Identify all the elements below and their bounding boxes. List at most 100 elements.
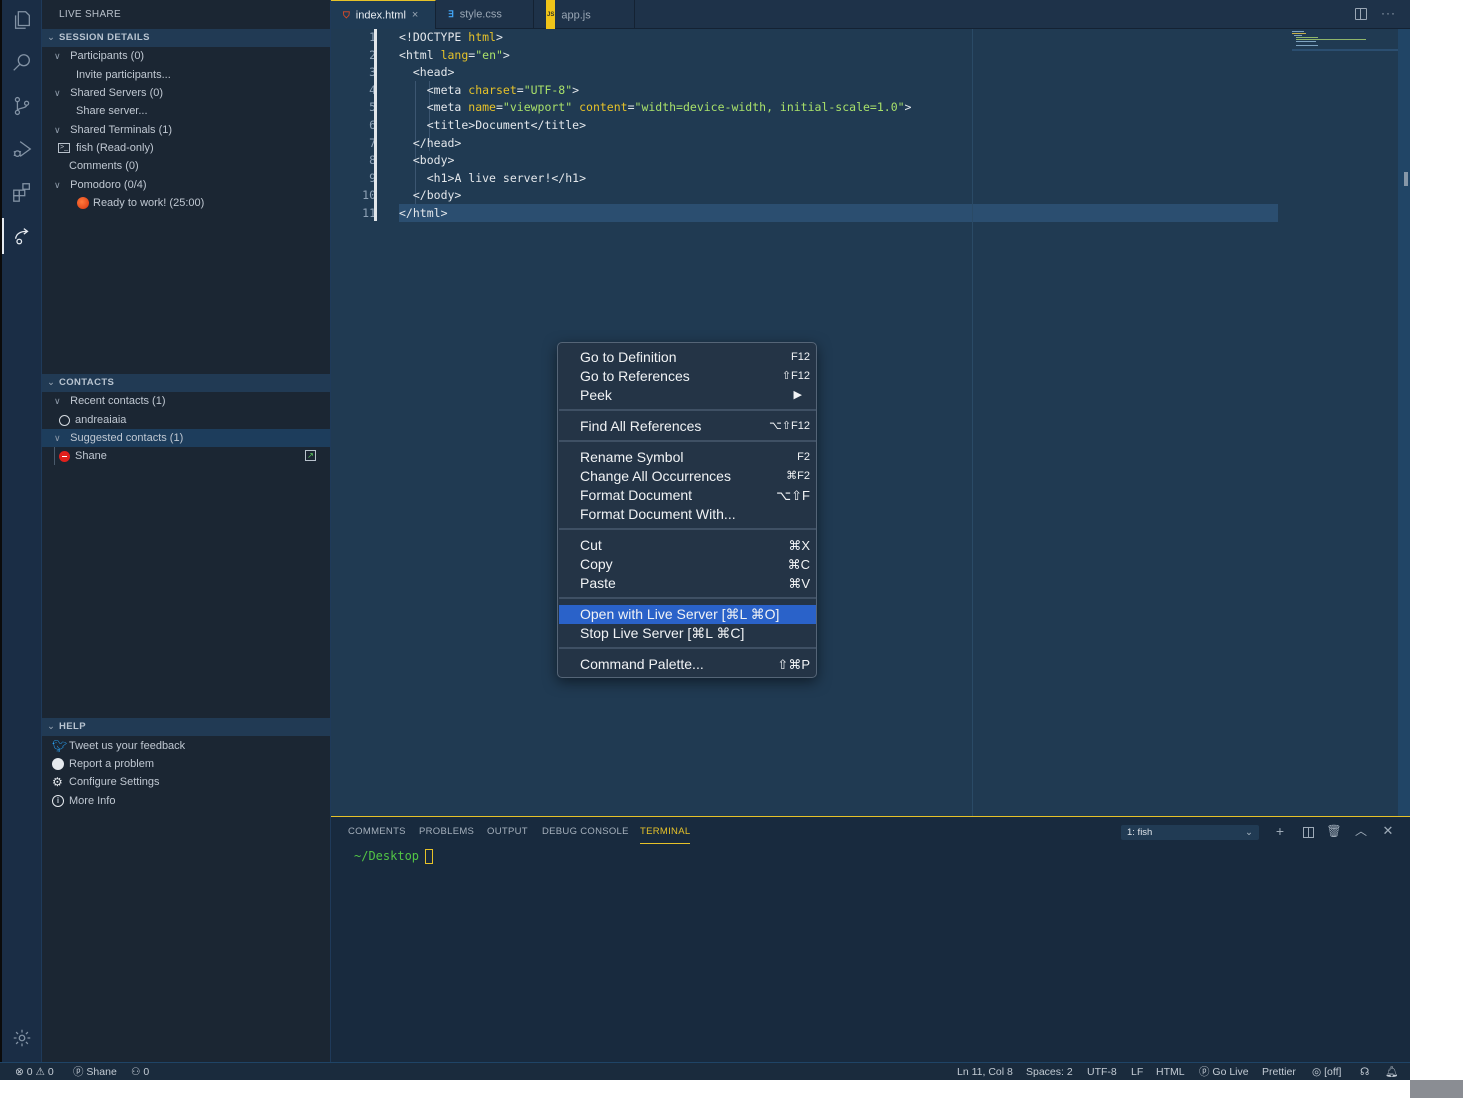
bottom-panel: COMMENTS PROBLEMS OUTPUT DEBUG CONSOLE T…: [331, 816, 1410, 1062]
split-terminal-icon[interactable]: [1300, 823, 1316, 839]
menu-item-go-to-references[interactable]: Go to References ⇧F12: [559, 367, 816, 386]
help-more-info[interactable]: i More Info: [42, 792, 330, 810]
eol-status[interactable]: LF: [1131, 1063, 1143, 1081]
js-icon: JS: [546, 0, 556, 31]
help-configure-settings[interactable]: ⚙ Configure Settings: [42, 773, 330, 791]
menu-item-cut[interactable]: Cut ⌘X: [559, 536, 816, 555]
go-live-button[interactable]: ⓟ Go Live: [1199, 1063, 1249, 1081]
panel-tab-comments[interactable]: COMMENTS: [348, 826, 406, 837]
scrollbar-thumb[interactable]: [1404, 172, 1408, 186]
code-line: <head>: [412, 65, 455, 80]
participants-status[interactable]: ⚇ 0: [131, 1063, 149, 1081]
tree-comments[interactable]: Comments (0): [42, 157, 330, 175]
menu-item-label: Find All References: [580, 418, 702, 434]
close-panel-icon[interactable]: ✕: [1380, 823, 1396, 839]
trash-icon[interactable]: 🗑︎: [1326, 823, 1342, 839]
notifications-bell-icon[interactable]: 🔔︎: [1385, 1063, 1398, 1081]
panel-tab-output[interactable]: OUTPUT: [487, 826, 528, 837]
menu-item-shortcut: ⇧⌘P: [777, 657, 810, 672]
menu-item-open-with-live-server-l-o[interactable]: Open with Live Server [⌘L ⌘O]: [559, 605, 816, 624]
menu-item-shortcut: ⌥⇧F12: [769, 420, 810, 432]
menu-item-shortcut: ⌥⇧F: [776, 488, 810, 503]
terminal-select[interactable]: 1: fish ⌄: [1121, 825, 1259, 840]
encoding-status[interactable]: UTF-8: [1087, 1063, 1117, 1081]
tree-shared-servers[interactable]: ∨ Shared Servers (0): [42, 84, 330, 102]
menu-item-go-to-definition[interactable]: Go to Definition F12: [559, 348, 816, 367]
search-button[interactable]: [2, 43, 42, 83]
manage-button[interactable]: [2, 1018, 42, 1058]
contact-andreaiaia[interactable]: andreaiaia: [42, 411, 330, 429]
more-actions-icon[interactable]: ···: [1381, 6, 1396, 20]
watch-status[interactable]: ◎ [off]: [1312, 1063, 1341, 1081]
live-share-button[interactable]: [2, 216, 42, 256]
contact-shane[interactable]: Shane ↗: [42, 447, 330, 465]
language-mode[interactable]: HTML: [1156, 1063, 1185, 1081]
run-debug-button[interactable]: [2, 129, 42, 169]
chevron-down-icon: ∨: [54, 51, 61, 61]
extensions-button[interactable]: [2, 172, 42, 212]
maximize-panel-icon[interactable]: ︿: [1353, 823, 1369, 839]
problems-status[interactable]: ⊗ 0 ⚠ 0: [15, 1063, 54, 1081]
close-icon[interactable]: ×: [412, 9, 418, 21]
menu-item-rename-symbol[interactable]: Rename Symbol F2: [559, 448, 816, 467]
pomodoro-timer[interactable]: Ready to work! (25:00): [42, 194, 330, 212]
panel-tab-problems[interactable]: PROBLEMS: [419, 826, 474, 837]
menu-item-shortcut: ⌘F2: [786, 470, 810, 482]
run-debug-icon: [13, 141, 32, 157]
minimap[interactable]: [1276, 29, 1402, 51]
line-number: 2: [369, 47, 376, 62]
share-server-action[interactable]: Share server...: [42, 102, 330, 120]
tree-indent-guide: [54, 447, 55, 465]
live-share-status[interactable]: ⓟ Shane: [73, 1063, 117, 1081]
invite-contact-icon[interactable]: ↗: [305, 450, 316, 461]
warning-icon: ⚠: [35, 1066, 45, 1078]
tree-recent-contacts[interactable]: ∨ Recent contacts (1): [42, 392, 330, 410]
menu-item-paste[interactable]: Paste ⌘V: [559, 574, 816, 593]
broadcast-icon: ⓟ: [1199, 1066, 1210, 1078]
section-contacts[interactable]: ⌄ CONTACTS: [42, 374, 330, 392]
panel-tab-terminal[interactable]: TERMINAL: [640, 826, 691, 844]
menu-item-command-palette[interactable]: Command Palette... ⇧⌘P: [559, 655, 816, 674]
prettier-status[interactable]: Prettier: [1262, 1063, 1296, 1081]
help-tweet-feedback[interactable]: 🐦︎ Tweet us your feedback: [42, 737, 330, 755]
menu-item-format-document[interactable]: Format Document ⌥⇧F: [559, 486, 816, 505]
invite-participants-action[interactable]: Invite participants...: [42, 66, 330, 84]
code-line: <!DOCTYPE html>: [399, 30, 503, 44]
line-number: 6: [369, 118, 376, 132]
section-help[interactable]: ⌄ HELP: [42, 718, 330, 736]
new-terminal-icon[interactable]: +: [1272, 823, 1288, 839]
menu-item-stop-live-server-l-c[interactable]: Stop Live Server [⌘L ⌘C]: [559, 624, 816, 643]
broadcast-icon: ⓟ: [73, 1066, 84, 1078]
menu-item-peek[interactable]: Peek ▶: [559, 386, 816, 405]
menu-item-format-document-with[interactable]: Format Document With...: [559, 505, 816, 524]
tree-suggested-contacts[interactable]: ∨ Suggested contacts (1): [42, 429, 330, 447]
menu-item-change-all-occurrences[interactable]: Change All Occurrences ⌘F2: [559, 467, 816, 486]
tab-app-js[interactable]: JS app.js: [534, 0, 635, 31]
feedback-icon[interactable]: ☊: [1360, 1063, 1369, 1081]
code-line: <title>Document</title>: [426, 118, 587, 132]
tab-style-css[interactable]: ∃ style.css: [436, 0, 534, 29]
panel-tab-debug-console[interactable]: DEBUG CONSOLE: [542, 826, 629, 837]
source-control-button[interactable]: [2, 86, 42, 126]
editor-tab-bar: ⛉ index.html × ∃ style.css JS app.js ···: [331, 0, 1410, 31]
menu-item-label: Format Document: [580, 487, 693, 503]
tree-participants[interactable]: ∨ Participants (0): [42, 47, 330, 65]
tree-pomodoro[interactable]: ∨ Pomodoro (0/4): [42, 176, 330, 194]
participants-icon: ⚇: [131, 1066, 141, 1078]
shared-terminal-fish[interactable]: >_ fish (Read-only): [42, 139, 330, 157]
menu-item-find-all-references[interactable]: Find All References ⌥⇧F12: [559, 417, 816, 436]
section-session-details[interactable]: ⌄ SESSION DETAILS: [42, 29, 330, 47]
indentation-status[interactable]: Spaces: 2: [1026, 1063, 1073, 1081]
editor-scrollbar[interactable]: [1398, 29, 1410, 816]
tab-index-html[interactable]: ⛉ index.html ×: [331, 0, 436, 29]
code-editor[interactable]: 1 2 3 4 5 6 7 8 9 10 11 <!DOCTYPE html> <html lang=…: [331, 29, 1410, 816]
cursor-position[interactable]: Ln 11, Col 8: [957, 1063, 1013, 1081]
terminal-prompt[interactable]: ~/Desktop: [354, 849, 434, 864]
activity-bar: [2, 0, 42, 1062]
line-number: 4: [369, 82, 376, 97]
explorer-button[interactable]: [2, 0, 42, 40]
tree-shared-terminals[interactable]: ∨ Shared Terminals (1): [42, 121, 330, 139]
help-report-problem[interactable]: Report a problem: [42, 755, 330, 773]
split-editor-icon[interactable]: [1355, 8, 1367, 20]
menu-item-copy[interactable]: Copy ⌘C: [559, 555, 816, 574]
